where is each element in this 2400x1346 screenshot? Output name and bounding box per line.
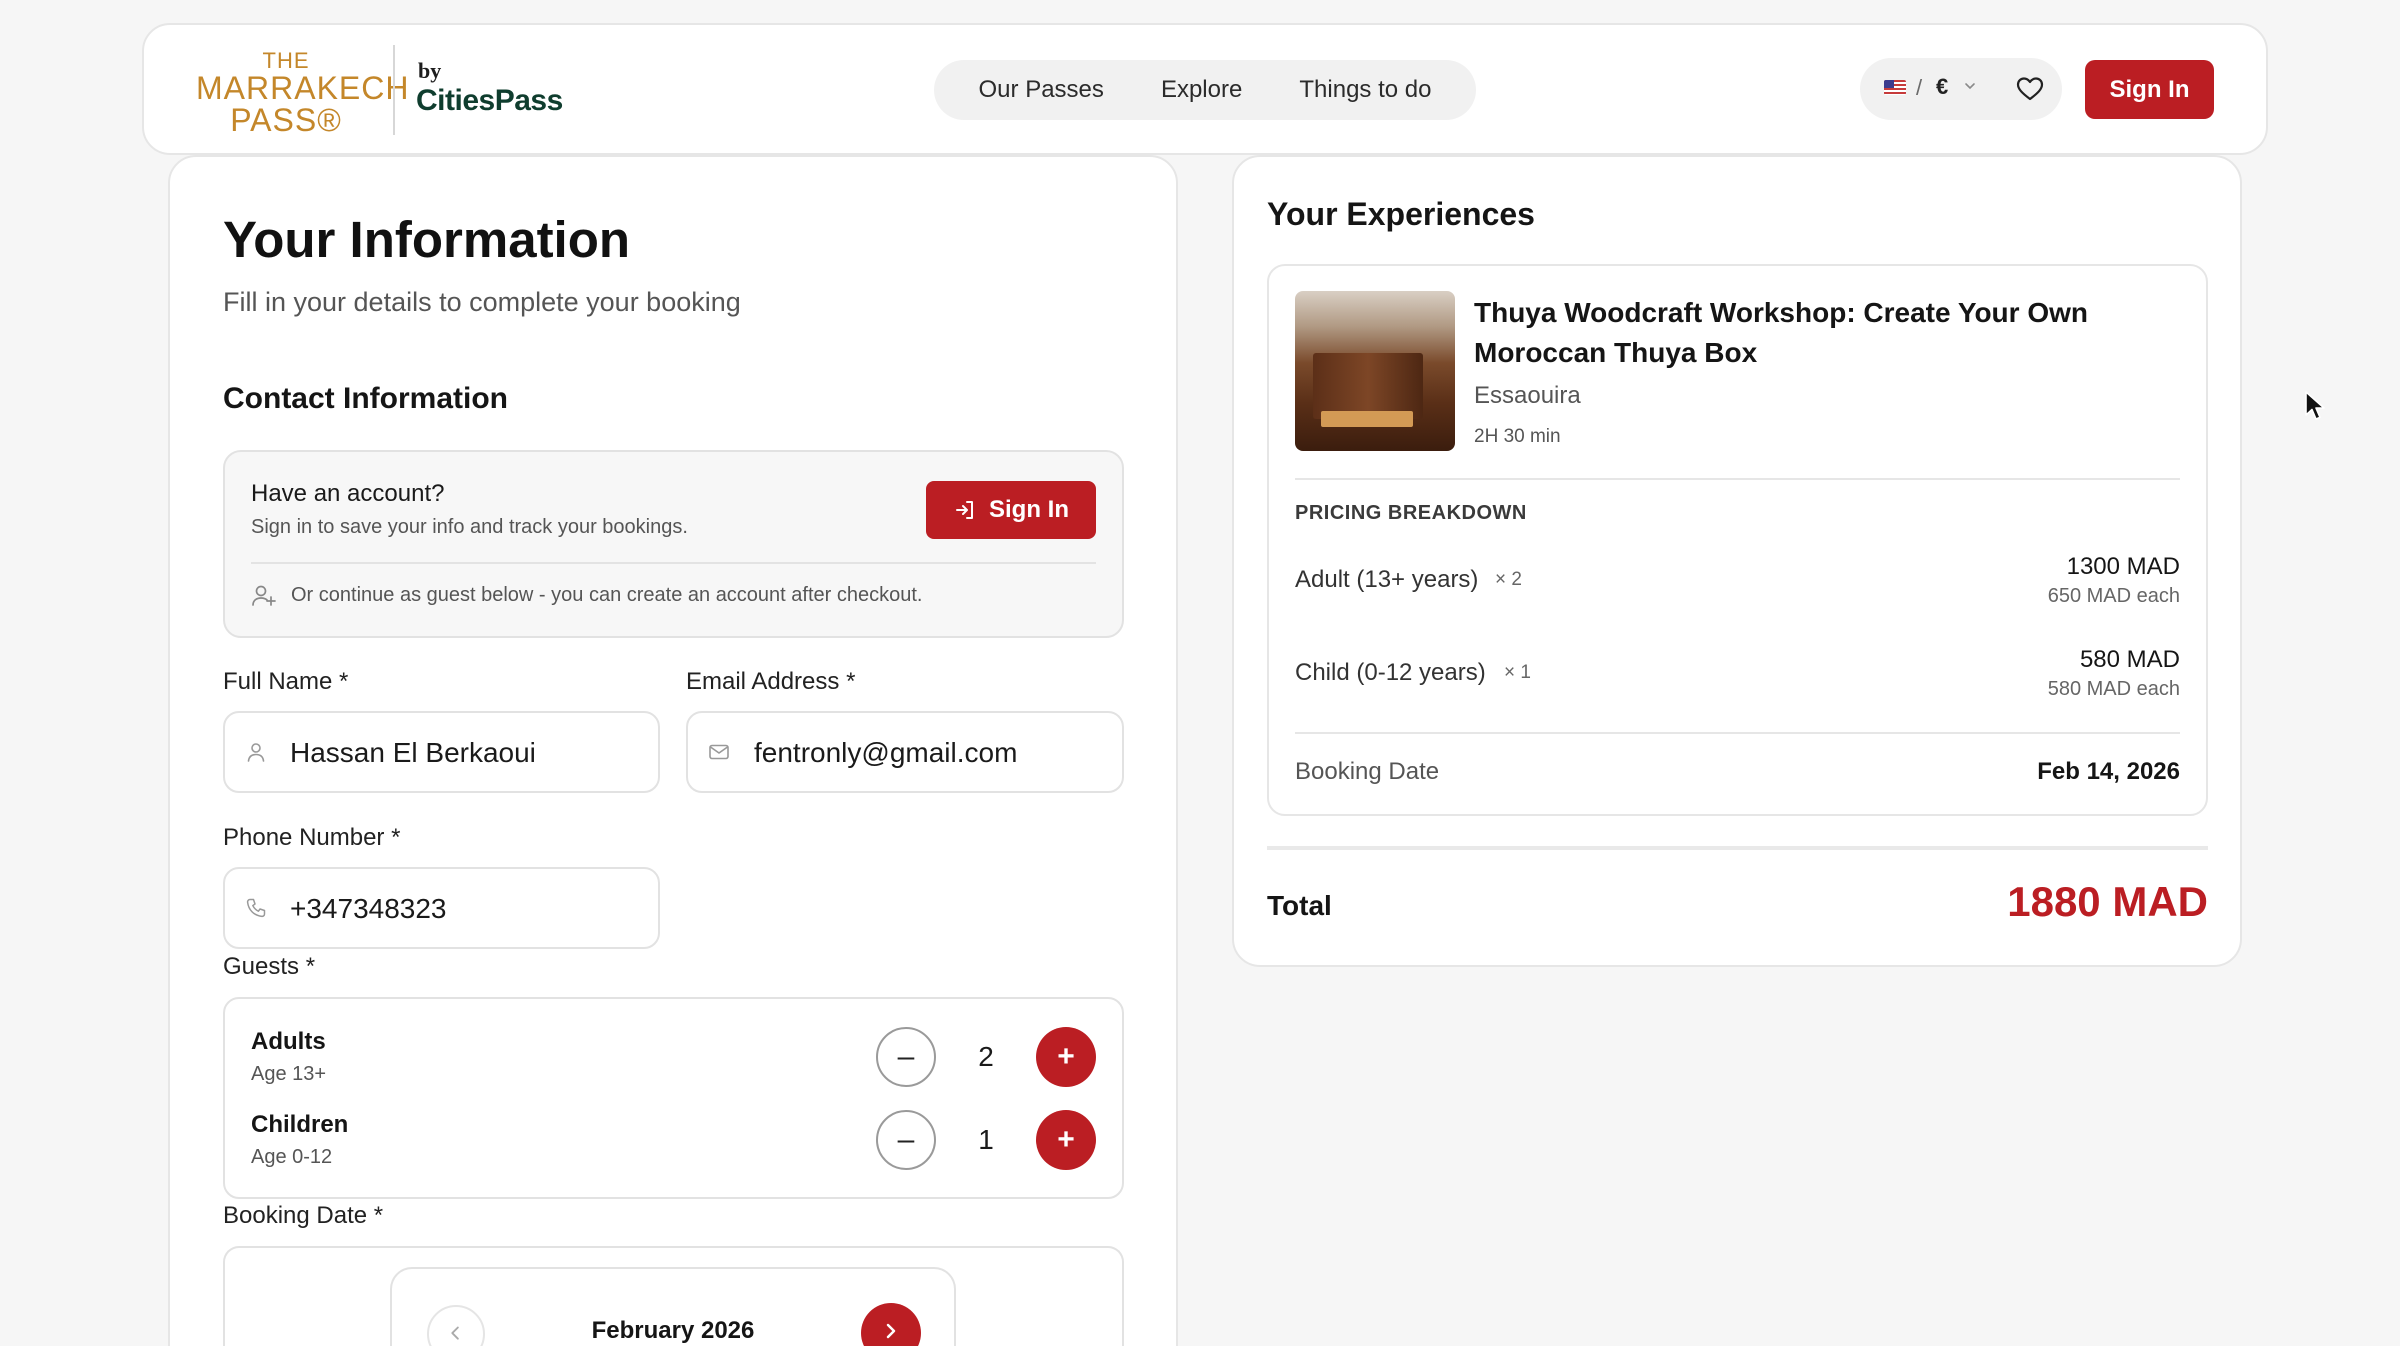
experiences-heading: Your Experiences bbox=[1267, 196, 1535, 232]
adult-price-multiplier: × 2 bbox=[1495, 569, 1522, 590]
adults-increment-button[interactable]: + bbox=[1036, 1027, 1096, 1087]
children-decrement-button[interactable]: – bbox=[876, 1110, 936, 1170]
total-value: 1880 MAD bbox=[2007, 878, 2208, 925]
summary-booking-date-value: Feb 14, 2026 bbox=[2037, 758, 2180, 785]
marrakech-pass-logo[interactable]: THE MARRAKECH PASS® bbox=[196, 48, 410, 137]
chevron-down-icon bbox=[1965, 83, 1975, 90]
phone-icon bbox=[246, 898, 266, 918]
adults-decrement-button[interactable]: – bbox=[876, 1027, 936, 1087]
main-nav: Our Passes Explore Things to do bbox=[934, 60, 1476, 120]
have-account-title: Have an account? bbox=[251, 480, 445, 507]
child-price-label: Child (0-12 years) bbox=[1295, 659, 1486, 686]
adults-count: 2 bbox=[978, 1041, 994, 1072]
nav-our-passes[interactable]: Our Passes bbox=[979, 76, 1104, 104]
adults-age: Age 13+ bbox=[251, 1063, 327, 1085]
email-label: Email Address * bbox=[686, 668, 856, 695]
header-sign-in-button[interactable]: Sign In bbox=[2085, 60, 2214, 119]
logo-line-pass: PASS® bbox=[230, 102, 342, 138]
summary-booking-date-label: Booking Date bbox=[1295, 758, 1440, 785]
citiespass-logo[interactable]: CitiesPass bbox=[416, 84, 563, 118]
heart-icon[interactable] bbox=[2016, 76, 2044, 102]
booking-date-label: Booking Date * bbox=[223, 1202, 384, 1229]
full-name-value: Hassan El Berkaoui bbox=[290, 737, 536, 768]
email-value: fentronly@gmail.com bbox=[754, 737, 1018, 768]
mail-icon bbox=[709, 744, 729, 760]
account-sign-in-label: Sign In bbox=[989, 496, 1069, 523]
phone-label: Phone Number * bbox=[223, 824, 401, 851]
child-price-amount: 580 MAD bbox=[2079, 646, 2180, 673]
pricing-breakdown-title: PRICING BREAKDOWN bbox=[1295, 502, 1527, 524]
guest-checkout-note: Or continue as guest below - you can cre… bbox=[291, 584, 923, 606]
guests-label: Guests * bbox=[223, 953, 316, 980]
account-prompt-box bbox=[223, 450, 1124, 638]
child-price-each: 580 MAD each bbox=[2047, 678, 2180, 700]
calendar-month: February 2026 bbox=[591, 1317, 755, 1344]
children-title: Children bbox=[251, 1111, 349, 1138]
currency-symbol: € bbox=[1936, 74, 1949, 99]
nav-explore[interactable]: Explore bbox=[1161, 76, 1242, 104]
adult-price-each: 650 MAD each bbox=[2047, 585, 2180, 607]
chevron-right-icon bbox=[886, 1323, 896, 1339]
experience-location: Essaouira bbox=[1474, 382, 1581, 409]
adult-price-label: Adult (13+ years) bbox=[1295, 566, 1479, 593]
account-divider bbox=[251, 562, 1096, 564]
adults-title: Adults bbox=[251, 1028, 326, 1055]
total-label: Total bbox=[1267, 890, 1332, 921]
logo-by-text: by bbox=[418, 58, 442, 83]
page-title: Your Information bbox=[223, 211, 631, 268]
logo-divider bbox=[393, 45, 395, 135]
pricing-divider bbox=[1295, 732, 2180, 734]
page-subtitle: Fill in your details to complete your bo… bbox=[223, 287, 741, 317]
full-name-label: Full Name * bbox=[223, 668, 349, 695]
logo-line-marrakech: MARRAKECH bbox=[196, 70, 410, 106]
children-increment-button[interactable]: + bbox=[1036, 1110, 1096, 1170]
phone-value: +347348323 bbox=[290, 893, 447, 924]
chevron-left-icon bbox=[451, 1326, 459, 1340]
children-count: 1 bbox=[978, 1124, 994, 1155]
nav-things-to-do[interactable]: Things to do bbox=[1299, 76, 1431, 104]
experience-title[interactable]: Thuya Woodcraft Workshop: Create Your Ow… bbox=[1474, 293, 2174, 373]
mouse-cursor-icon bbox=[2305, 391, 2325, 420]
us-flag-icon bbox=[1884, 80, 1906, 95]
have-account-subtitle: Sign in to save your info and track your… bbox=[251, 516, 688, 538]
calendar-prev-button[interactable] bbox=[427, 1305, 485, 1346]
prefs-separator: / bbox=[1916, 75, 1923, 100]
user-plus-icon bbox=[252, 585, 276, 606]
calendar-next-button[interactable] bbox=[861, 1303, 921, 1346]
logo-line-the: THE bbox=[262, 48, 310, 73]
guests-box bbox=[223, 997, 1124, 1199]
sign-in-icon bbox=[956, 501, 973, 519]
experience-thumbnail bbox=[1295, 291, 1455, 451]
contact-information-title: Contact Information bbox=[223, 382, 508, 415]
experience-divider bbox=[1295, 478, 2180, 480]
adult-price-amount: 1300 MAD bbox=[2066, 553, 2180, 580]
total-divider bbox=[1267, 846, 2208, 850]
experience-duration: 2H 30 min bbox=[1474, 426, 1561, 447]
account-sign-in-button[interactable]: Sign In bbox=[926, 481, 1096, 539]
children-age: Age 0-12 bbox=[251, 1146, 333, 1168]
child-price-multiplier: × 1 bbox=[1504, 662, 1531, 683]
user-icon bbox=[247, 743, 265, 762]
